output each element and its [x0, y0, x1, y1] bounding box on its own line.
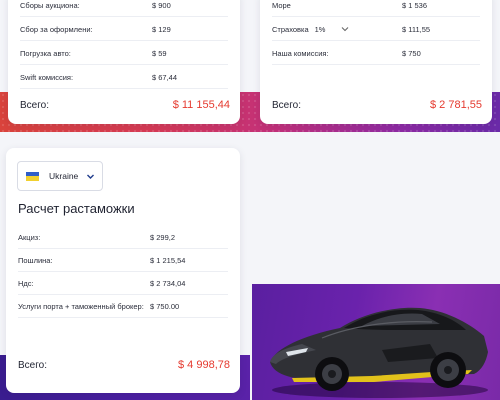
row-value: $ 2 734,04 [150, 278, 186, 288]
chevron-down-icon [87, 174, 94, 179]
row-value: $ 1 215,54 [150, 255, 186, 265]
customs-row-duty: Пошлина: $ 1 215,54 [18, 249, 228, 272]
row-value: $ 111,55 [402, 24, 431, 34]
row-value: $ 750 [402, 48, 421, 58]
row-value: $ 1 536 [402, 0, 428, 10]
insurance-select[interactable]: Страховка 1% [272, 25, 349, 34]
cost-row-processing-fee: Сбор за оформлени: $ 129 [20, 18, 228, 41]
total-row: Всего: $ 11 155,44 [20, 95, 230, 115]
row-label: Наша комиссия: [272, 48, 329, 58]
cost-row-our-commission: Наша комиссия: $ 750 [272, 42, 480, 65]
cost-row-auction-fees: Сборы аукциона: $ 900 [20, 0, 228, 17]
row-label: Сборы аукциона: [20, 0, 80, 10]
customs-title: Расчет растаможки [18, 201, 135, 216]
row-value: $ 900 [152, 0, 171, 10]
total-value: $ 2 781,55 [430, 99, 482, 111]
country-select[interactable]: Ukraine [17, 161, 103, 191]
insurance-label: Страховка [272, 24, 309, 34]
total-label: Всего: [20, 99, 49, 111]
row-label: Услуги порта + таможенный брокер: [18, 301, 144, 311]
ukraine-flag [26, 171, 39, 181]
customs-row-vat: Ндс: $ 2 734,04 [18, 272, 228, 295]
row-label: Пошлина: [18, 255, 53, 265]
cost-row-car-loading: Погрузка авто: $ 59 [20, 42, 228, 65]
total-value: $ 4 998,78 [178, 359, 230, 371]
insurance-percent: 1% [314, 24, 326, 34]
cost-row-sea: Море $ 1 536 [272, 0, 480, 17]
row-value: $ 750.00 [150, 301, 180, 311]
cost-row-insurance: Страховка 1% $ 111,55 [272, 18, 480, 41]
customs-calculation-card: Ukraine Расчет растаможки Акциз: $ 299,2… [6, 148, 240, 393]
car-image [270, 307, 488, 398]
chevron-down-icon [342, 27, 349, 32]
total-row: Всего: $ 4 998,78 [18, 355, 230, 375]
total-label: Всего: [272, 99, 301, 111]
auction-costs-card: Сборы аукциона: $ 900 Сбор за оформлени:… [8, 0, 240, 124]
customs-row-excise: Акциз: $ 299,2 [18, 226, 228, 249]
row-value: $ 59 [152, 48, 167, 58]
cost-row-swift-commission: Swift комиссия: $ 67,44 [20, 66, 228, 89]
row-label: Море [272, 0, 291, 10]
hero-car-banner [252, 284, 500, 400]
row-value: $ 299,2 [150, 232, 176, 242]
row-label: Акциз: [18, 232, 41, 242]
row-value: $ 67,44 [152, 72, 178, 82]
shipping-costs-card: Море $ 1 536 Страховка 1% $ 111,55 Наша … [260, 0, 492, 124]
row-value: $ 129 [152, 24, 171, 34]
row-label: Ндс: [18, 278, 34, 288]
total-label: Всего: [18, 359, 47, 371]
row-label: Swift комиссия: [20, 72, 74, 82]
customs-row-port-broker: Услуги порта + таможенный брокер: $ 750.… [18, 295, 228, 318]
total-row: Всего: $ 2 781,55 [272, 95, 482, 115]
country-name: Ukraine [49, 171, 79, 181]
row-label: Сбор за оформлени: [20, 24, 93, 34]
row-label: Погрузка авто: [20, 48, 71, 58]
total-value: $ 11 155,44 [172, 99, 230, 111]
